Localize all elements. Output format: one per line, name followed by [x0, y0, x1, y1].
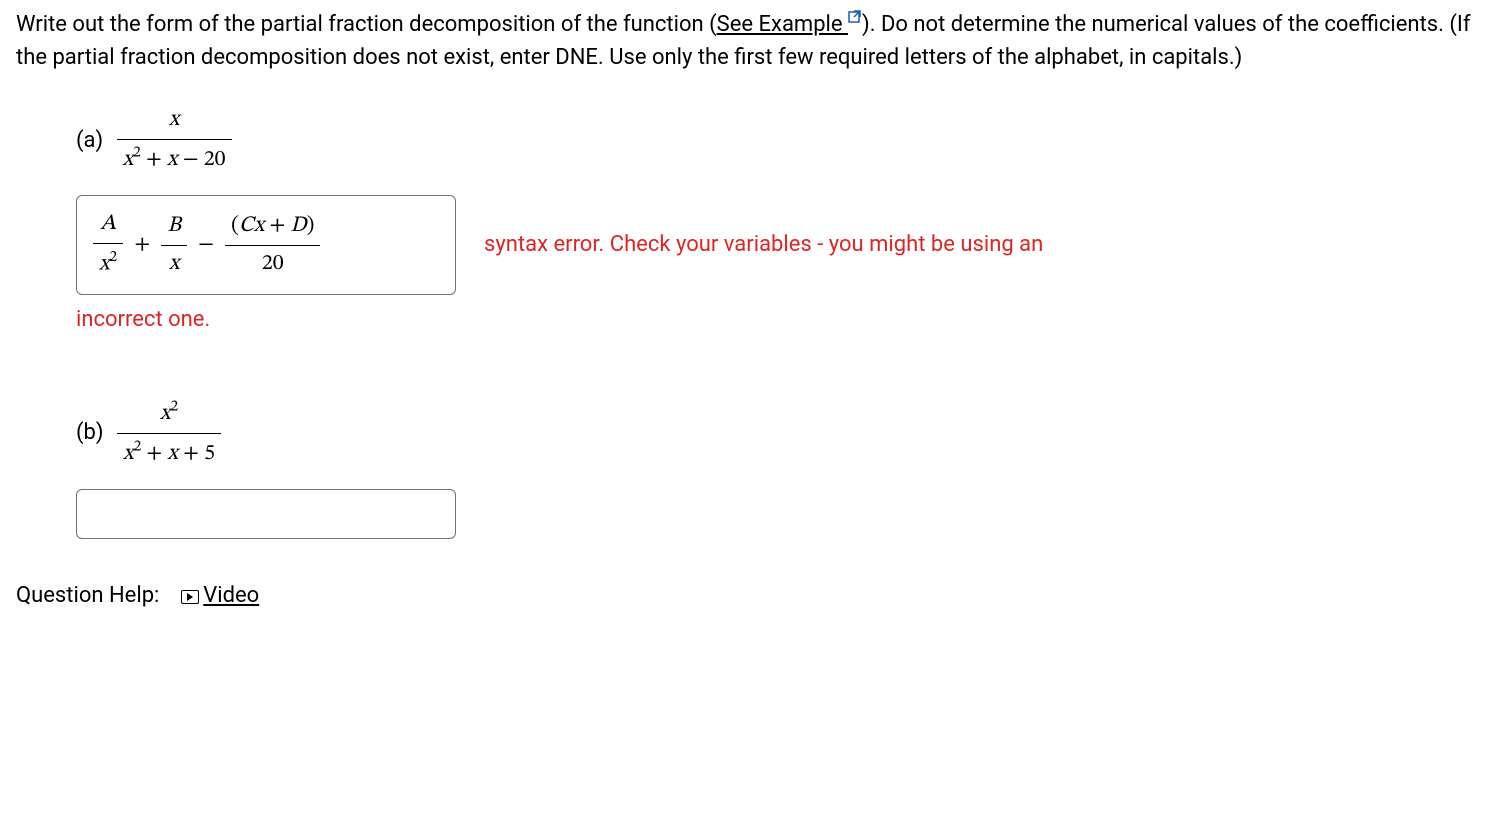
part-a-numerator: x [169, 109, 180, 131]
question-help-label: Question Help: [16, 583, 159, 608]
video-link[interactable]: Video [181, 583, 259, 608]
part-b-answer-input[interactable] [76, 489, 456, 539]
part-a-label: (a) [76, 124, 103, 157]
part-b: (b) x2 x2 + x + 5 [16, 396, 1474, 540]
see-example-link[interactable]: See Example [717, 12, 862, 37]
part-a-denominator: x2 + x − 20 [123, 149, 226, 171]
answer-op1: + [128, 234, 156, 256]
part-b-numerator: x2 [160, 403, 178, 425]
part-b-label: (b) [76, 416, 104, 449]
video-icon [181, 590, 199, 604]
part-a-feedback-line1: syntax error. Check your variables - you… [484, 228, 1043, 261]
answer-term2-den: x [161, 245, 187, 281]
part-a-answer-input[interactable]: A x2 + B x − (Cx + D) 20 [76, 195, 456, 294]
answer-op2: − [192, 234, 220, 256]
question-help: Question Help: Video [16, 579, 1474, 612]
answer-term2-num: B [161, 210, 187, 245]
external-link-icon [848, 9, 862, 23]
answer-term3-den: 20 [225, 245, 320, 281]
part-b-expression: (b) x2 x2 + x + 5 [76, 396, 1474, 472]
part-a-feedback-line2: incorrect one. [76, 303, 1474, 336]
question-prefix: Write out the form of the partial fracti… [16, 12, 717, 37]
answer-term1-num: A [93, 208, 123, 243]
answer-term3-num: (Cx + D) [225, 210, 320, 245]
answer-term1-den: x2 [93, 243, 123, 281]
question-prompt: Write out the form of the partial fracti… [16, 8, 1474, 74]
part-a: (a) x x2 + x − 20 A x2 + B x − [16, 104, 1474, 336]
part-a-expression: (a) x x2 + x − 20 [76, 104, 1474, 177]
part-b-denominator: x2 + x + 5 [123, 443, 215, 465]
